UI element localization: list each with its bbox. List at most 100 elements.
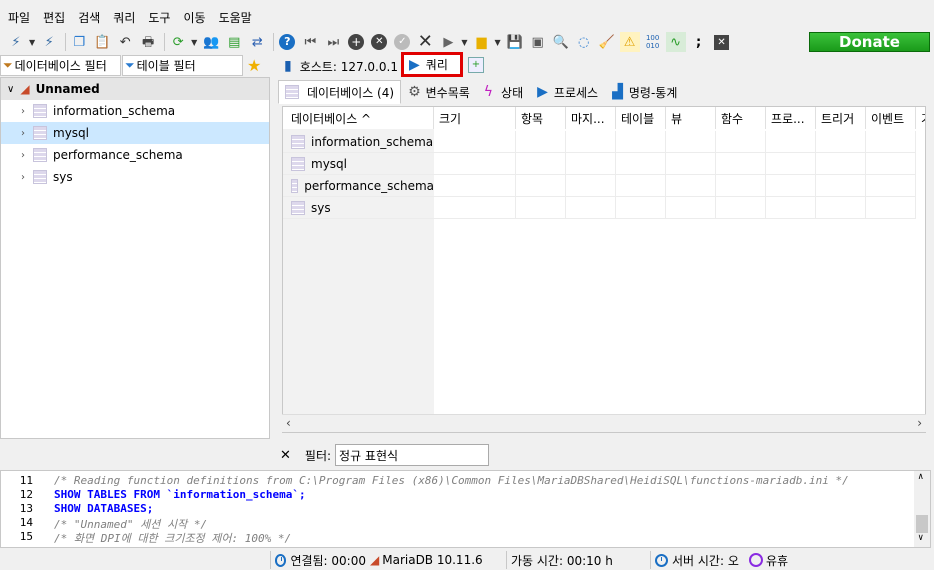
line-number: 11 [19, 474, 33, 487]
help-icon[interactable]: ? [277, 32, 297, 52]
tree-item-performance-schema[interactable]: › performance_schema [1, 144, 269, 166]
row-cell [666, 197, 716, 219]
print-icon[interactable]: 🖶 [138, 32, 158, 52]
row-cell [566, 131, 616, 153]
column-header-size[interactable]: 크기 [434, 107, 516, 129]
row-cell [566, 175, 616, 197]
tab-query[interactable]: ▶ 쿼리 [401, 52, 463, 77]
menu-help[interactable]: 도움말 [219, 9, 252, 26]
save-icon[interactable]: 💾 [505, 32, 525, 52]
column-header-procedures[interactable]: 프로... [766, 107, 816, 129]
chevron-down-icon[interactable]: ∨ [7, 84, 14, 95]
tab-databases[interactable]: 데이터베이스 (4) [278, 80, 402, 104]
add-row-icon[interactable]: + [346, 32, 366, 52]
donate-button[interactable]: Donate [809, 32, 930, 52]
scroll-thumb[interactable] [916, 515, 928, 533]
open-dropdown-icon[interactable]: ▼ [494, 38, 500, 47]
undo-icon[interactable]: ↶ [115, 32, 135, 52]
horizontal-scrollbar[interactable]: ‹ › [282, 414, 926, 432]
table-row[interactable]: sys [283, 197, 925, 219]
row-cell [766, 153, 816, 175]
first-icon[interactable]: ⏮ [300, 32, 320, 52]
database-icon [33, 170, 47, 184]
refresh-icon[interactable]: ⟳ [168, 32, 188, 52]
star-icon[interactable]: ★ [247, 56, 261, 75]
scroll-left-icon[interactable]: ‹ [286, 416, 291, 430]
refresh-dropdown-icon[interactable]: ▼ [191, 38, 197, 47]
tree-item-information-schema[interactable]: › information_schema [1, 100, 269, 122]
table-row[interactable]: performance_schema [283, 175, 925, 197]
run-dropdown-icon[interactable]: ▼ [461, 38, 467, 47]
chevron-right-icon[interactable]: › [21, 128, 25, 139]
menu-query[interactable]: 쿼리 [113, 9, 135, 26]
binary-icon[interactable]: 100 010 [643, 32, 663, 52]
scroll-down-icon[interactable]: ∨ [918, 533, 923, 543]
column-header-items[interactable]: 항목 [516, 107, 566, 129]
menu-file[interactable]: 파일 [8, 9, 30, 26]
menu-goto[interactable]: 이동 [183, 9, 205, 26]
column-header-triggers[interactable]: 트리거 [816, 107, 866, 129]
chevron-right-icon[interactable]: › [21, 150, 25, 161]
chevron-right-icon[interactable]: › [21, 106, 25, 117]
status-uptime-text: 가동 시간: 00:10 h [511, 553, 613, 568]
filter-input[interactable]: 정규 표현식 [335, 444, 490, 466]
filter-icon: ⏷ [3, 58, 13, 72]
semicolon-icon[interactable]: ; [689, 32, 709, 52]
tree-root[interactable]: ∨ ◢ Unnamed [1, 78, 269, 100]
table-row[interactable]: mysql [283, 153, 925, 175]
database-filter-input[interactable]: ⏷ 데이터베이스 필터 [0, 55, 121, 76]
filter-label: 필터: [304, 448, 332, 463]
tab-host[interactable]: ▮ 호스트: 127.0.0.1 [276, 55, 398, 77]
sql-log[interactable]: 11 12 13 14 15 /* Reading function defin… [0, 470, 931, 548]
vertical-scrollbar[interactable]: ∧ ∨ [914, 471, 930, 547]
column-header-database[interactable]: 데이터베이스 ^ [283, 107, 434, 129]
column-header-last-modified[interactable]: 마지... [566, 107, 616, 129]
table-filter-input[interactable]: ⏷ 테이블 필터 [122, 55, 243, 76]
paste-icon[interactable]: 📋 [92, 32, 112, 52]
row-cell [616, 153, 666, 175]
user-manager-icon[interactable]: 👥 [201, 32, 221, 52]
connect-dropdown-icon[interactable]: ▼ [29, 38, 35, 47]
column-header-functions[interactable]: 함수 [716, 107, 766, 129]
find-icon[interactable]: 🔍 [551, 32, 571, 52]
post-icon[interactable]: ✓ [392, 32, 412, 52]
delete-row-icon[interactable]: ✕ [369, 32, 389, 52]
close-icon[interactable]: ✕ [280, 448, 291, 463]
export-icon[interactable]: ▤ [224, 32, 244, 52]
cancel-icon[interactable]: ✕ [415, 32, 435, 52]
tab-processes[interactable]: ▶ 프로세스 [530, 80, 605, 104]
new-query-tab-icon[interactable]: + [468, 57, 484, 73]
column-header-tables[interactable]: 테이블 [616, 107, 666, 129]
transfer-icon[interactable]: ⇄ [247, 32, 267, 52]
tab-status[interactable]: ϟ 상태 [477, 80, 530, 104]
close-tab-icon[interactable]: ✕ [712, 32, 732, 52]
column-header-events[interactable]: 이벤트 [866, 107, 916, 129]
menu-search[interactable]: 검색 [78, 9, 100, 26]
menu-edit[interactable]: 편집 [43, 9, 65, 26]
wrap-icon[interactable]: ∿ [665, 32, 686, 52]
replace-icon[interactable]: ◌ [574, 32, 594, 52]
table-row[interactable]: information_schema [283, 131, 925, 153]
tree-item-mysql[interactable]: › mysql [1, 122, 269, 144]
scroll-right-icon[interactable]: › [917, 416, 922, 430]
warning-icon[interactable]: ⚠ [619, 32, 640, 52]
row-cell [816, 175, 866, 197]
scroll-up-icon[interactable]: ∧ [918, 472, 923, 482]
menu-tools[interactable]: 도구 [148, 9, 170, 26]
tab-variables[interactable]: ⚙ 변수목록 [401, 80, 477, 104]
column-header-more[interactable]: 기 [916, 107, 925, 129]
connect-icon[interactable]: ⚡ [6, 32, 26, 52]
copy-icon[interactable]: ❐ [69, 32, 89, 52]
disconnect-icon[interactable]: ⚡ [39, 32, 59, 52]
tab-command-stats[interactable]: ▟ 명령-통계 [605, 80, 684, 104]
save-as-icon[interactable]: ▣ [528, 32, 548, 52]
last-icon[interactable]: ⏭ [323, 32, 343, 52]
clear-icon[interactable]: 🧹 [597, 32, 617, 52]
run-icon[interactable]: ▶ [438, 32, 458, 52]
column-header-views[interactable]: 뷰 [666, 107, 716, 129]
tree-item-sys[interactable]: › sys [1, 166, 269, 188]
row-cell [666, 175, 716, 197]
status-server: ◢ MariaDB 10.11.6 [366, 551, 506, 569]
open-folder-icon[interactable]: ▆ [471, 32, 491, 52]
chevron-right-icon[interactable]: › [21, 172, 25, 183]
